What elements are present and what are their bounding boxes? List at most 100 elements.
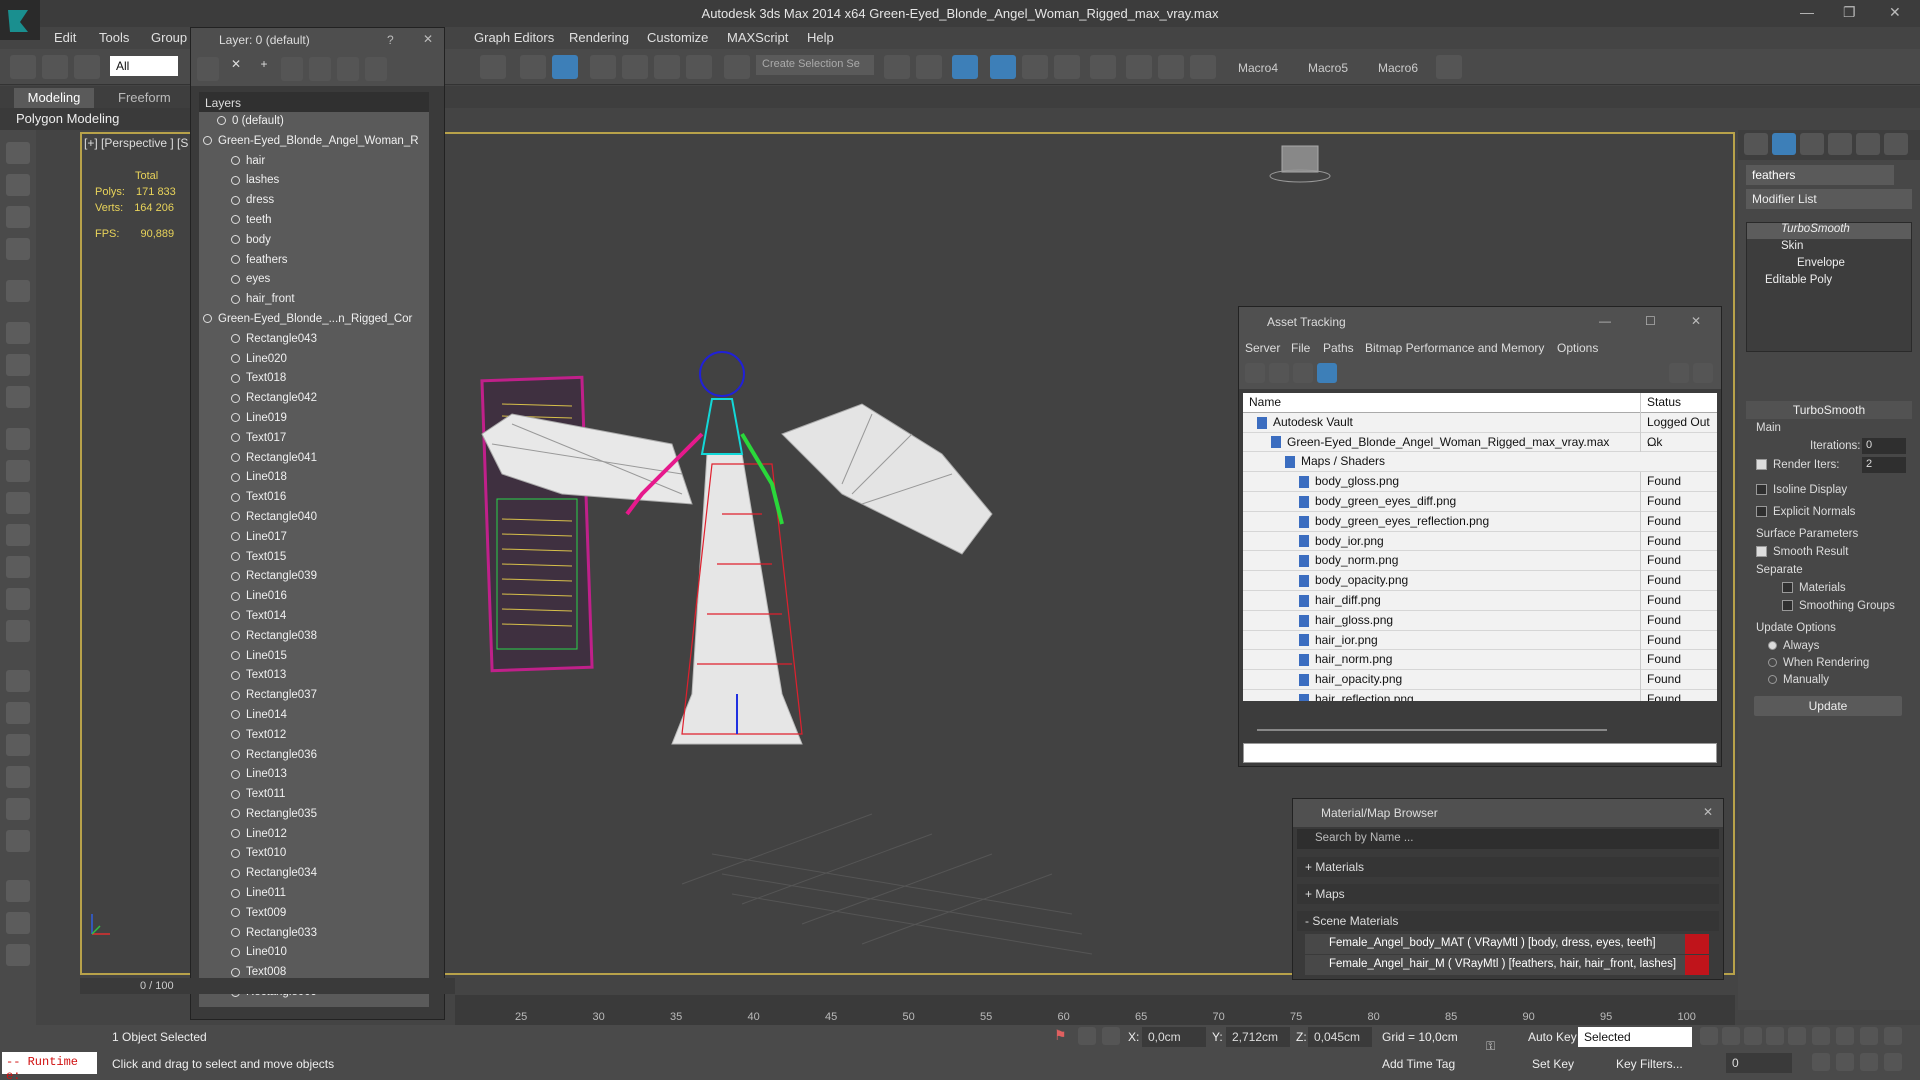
delete-layer-icon[interactable]: ✕ — [225, 57, 247, 81]
asset-row[interactable]: hair_diff.png Found — [1243, 590, 1717, 611]
scene-material-row[interactable]: Female_Angel_body_MAT ( VRayMtl ) [body,… — [1305, 934, 1709, 954]
render-iters-checkbox[interactable] — [1756, 459, 1767, 471]
asset-row[interactable]: body_ior.png Found — [1243, 531, 1717, 552]
tab-modeling[interactable]: Modeling — [14, 88, 94, 108]
layer-item[interactable]: 0 (default) — [199, 112, 429, 132]
layer-item[interactable]: Rectangle038 — [199, 627, 429, 647]
asset-row[interactable]: hair_norm.png Found — [1243, 650, 1717, 671]
script-icon[interactable] — [1436, 55, 1462, 79]
menu-tools[interactable]: Tools — [99, 30, 129, 45]
helper-icon[interactable] — [6, 354, 30, 376]
layer-item[interactable]: teeth — [199, 211, 429, 231]
asset-row[interactable]: hair_opacity.png Found — [1243, 670, 1717, 690]
name-column-header[interactable]: Name — [1249, 393, 1281, 413]
schematic-view-icon[interactable] — [1054, 55, 1080, 79]
layer-item[interactable]: lashes — [199, 171, 429, 191]
mirror-icon[interactable] — [884, 55, 910, 79]
layer-help-button[interactable]: ? — [387, 33, 394, 47]
minimize-button[interactable]: — — [1800, 4, 1814, 20]
new-layer-icon[interactable] — [197, 57, 219, 81]
layer-close-button[interactable]: ✕ — [423, 32, 433, 46]
gear-icon[interactable] — [6, 766, 30, 788]
selection-lock-icon[interactable] — [1078, 1027, 1096, 1045]
layer-item[interactable]: Rectangle042 — [199, 389, 429, 409]
restore-button[interactable]: ❐ — [1843, 4, 1856, 21]
menu-graph-editors[interactable]: Graph Editors — [474, 30, 554, 45]
orbit-icon[interactable] — [1860, 1053, 1878, 1071]
highlight-layer-icon[interactable] — [309, 57, 331, 81]
render-iters-spinner[interactable]: 2 — [1862, 457, 1906, 473]
layer-item[interactable]: Line020 — [199, 350, 429, 370]
iterations-spinner[interactable]: 0 — [1862, 438, 1906, 454]
scene-materials-section[interactable]: - Scene Materials — [1297, 911, 1719, 931]
play-icon[interactable] — [1744, 1027, 1762, 1045]
layer-item[interactable]: Line010 — [199, 943, 429, 963]
thumbnail-view-icon[interactable] — [1293, 363, 1313, 383]
layer-item[interactable]: hair — [199, 152, 429, 172]
pyramid-icon[interactable] — [6, 556, 30, 578]
asset-row[interactable]: body_green_eyes_diff.png Found — [1243, 491, 1717, 512]
render-setup-icon[interactable] — [1126, 55, 1152, 79]
asset-path-field[interactable] — [1243, 743, 1717, 763]
asset-menu-paths[interactable]: Paths — [1323, 341, 1354, 355]
asset-row[interactable]: body_opacity.png Found — [1243, 571, 1717, 591]
globe-icon[interactable] — [6, 880, 30, 902]
stack-item-skin[interactable]: Skin — [1781, 240, 1803, 252]
explicit-normals-checkbox[interactable] — [1756, 506, 1767, 518]
asset-menu-options[interactable]: Options — [1557, 341, 1598, 355]
polygon-modeling-panel[interactable]: Polygon Modeling — [0, 108, 195, 130]
modify-icon[interactable] — [6, 174, 30, 196]
named-selection-set-field[interactable]: Create Selection Se — [756, 55, 874, 75]
link-icon[interactable] — [10, 55, 36, 79]
layer-item[interactable]: Line018 — [199, 468, 429, 488]
always-radio[interactable] — [1768, 641, 1777, 651]
table-view-icon[interactable] — [1317, 363, 1337, 383]
layer-item[interactable]: Rectangle033 — [199, 924, 429, 944]
isolate-selection-icon[interactable]: ⚑ — [1054, 1027, 1072, 1045]
materials-checkbox[interactable] — [1782, 582, 1793, 594]
layer-item[interactable]: Rectangle043 — [199, 330, 429, 350]
rendered-frame-icon[interactable] — [1158, 55, 1184, 79]
graphite-tools-icon[interactable] — [990, 55, 1016, 79]
layer-item[interactable]: Green-Eyed_Blonde_...n_Rigged_Cor — [199, 310, 429, 330]
layer-item[interactable]: Text017 — [199, 429, 429, 449]
spinner-snap-icon[interactable] — [686, 55, 712, 79]
layer-item[interactable]: Text014 — [199, 607, 429, 627]
material-editor-icon[interactable] — [1090, 55, 1116, 79]
layer-item[interactable]: Rectangle039 — [199, 567, 429, 587]
zoom-icon[interactable] — [1812, 1027, 1830, 1045]
move-icon[interactable] — [520, 55, 546, 79]
macro4-button[interactable]: Macro4 — [1238, 61, 1278, 75]
unlink-icon[interactable] — [42, 55, 68, 79]
layer-item[interactable]: Line012 — [199, 825, 429, 845]
smoothing-groups-checkbox[interactable] — [1782, 600, 1793, 612]
refresh-icon[interactable] — [1245, 363, 1265, 383]
select-move-icon[interactable] — [552, 55, 578, 79]
utilities-tab-icon[interactable] — [1884, 133, 1908, 155]
viewport-label[interactable]: [+] [Perspective ] [S — [84, 136, 188, 150]
timeline-track[interactable]: 25 30 35 40 45 50 55 60 65 70 75 80 85 90 95 100 — [455, 995, 1735, 1025]
tab-freeform[interactable]: Freeform — [118, 90, 171, 105]
layer-item[interactable]: Line019 — [199, 409, 429, 429]
key-icon[interactable]: ⚿ — [1486, 1039, 1512, 1059]
time-slider[interactable]: 0 / 100 — [80, 978, 455, 994]
manually-radio[interactable] — [1768, 675, 1777, 685]
layer-item[interactable]: Text009 — [199, 904, 429, 924]
asset-row[interactable]: hair_ior.png Found — [1243, 630, 1717, 651]
layer-item[interactable]: Rectangle040 — [199, 508, 429, 528]
layer-item[interactable]: Green-Eyed_Blonde_Angel_Woman_R — [199, 132, 429, 152]
maxscript-listener[interactable]: -- Runtime e: — [2, 1052, 97, 1080]
menu-help[interactable]: Help — [807, 30, 834, 45]
dynamics-icon[interactable] — [6, 702, 30, 724]
isoline-checkbox[interactable] — [1756, 484, 1767, 496]
asset-row[interactable]: hair_gloss.png Found — [1243, 610, 1717, 631]
asset-maximize-button[interactable]: ☐ — [1645, 314, 1656, 328]
layer-item[interactable]: eyes — [199, 270, 429, 290]
tools-icon[interactable] — [6, 912, 30, 934]
layer-item[interactable]: Line014 — [199, 706, 429, 726]
key-filters-button[interactable]: Key Filters... — [1616, 1057, 1683, 1071]
current-frame-field[interactable]: 0 — [1726, 1053, 1792, 1073]
angle-snap-icon[interactable] — [622, 55, 648, 79]
zoom-extents-icon[interactable] — [1860, 1027, 1878, 1045]
layer-item[interactable]: body — [199, 231, 429, 251]
